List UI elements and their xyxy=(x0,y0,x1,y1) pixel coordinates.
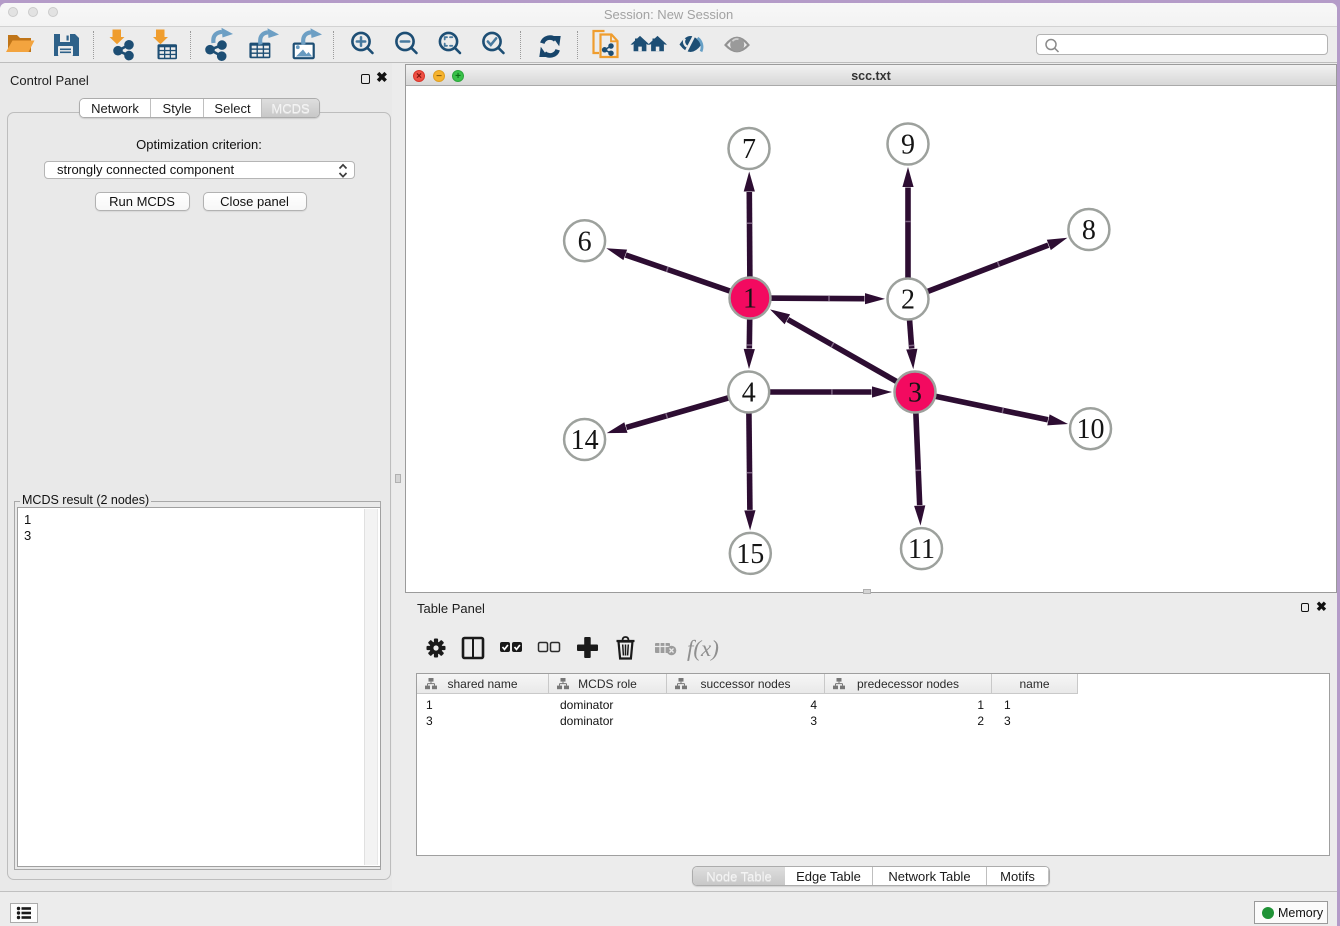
svg-text:15: 15 xyxy=(736,539,764,570)
svg-text:10: 10 xyxy=(1077,414,1105,445)
svg-text:14: 14 xyxy=(571,425,599,456)
svg-text:8: 8 xyxy=(1082,215,1096,246)
svg-text:7: 7 xyxy=(742,134,756,165)
svg-text:4: 4 xyxy=(742,378,756,409)
svg-text:6: 6 xyxy=(578,226,592,257)
svg-text:1: 1 xyxy=(743,284,757,315)
svg-text:11: 11 xyxy=(908,534,935,565)
svg-text:2: 2 xyxy=(901,285,915,316)
svg-text:3: 3 xyxy=(908,378,922,409)
svg-text:f(x): f(x) xyxy=(687,636,719,661)
svg-text:9: 9 xyxy=(901,130,915,161)
